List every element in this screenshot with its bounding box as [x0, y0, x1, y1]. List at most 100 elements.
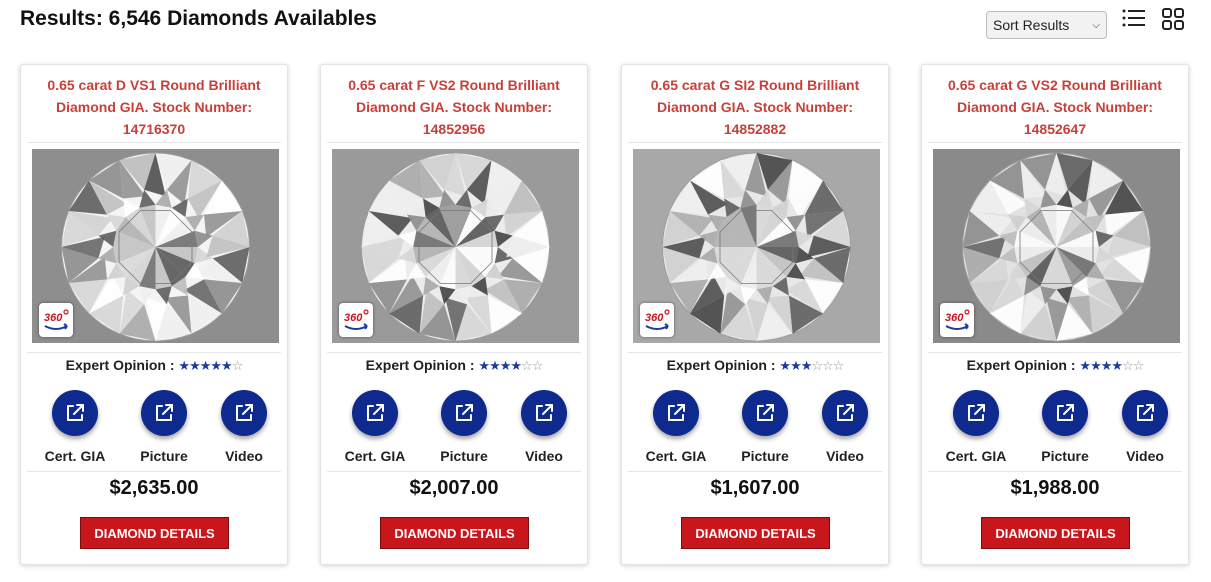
divider [928, 142, 1182, 143]
360-view-icon[interactable]: 360 [39, 303, 73, 337]
external-link-icon[interactable] [441, 390, 487, 436]
external-link-icon[interactable] [221, 390, 267, 436]
list-view-icon[interactable] [1121, 6, 1147, 32]
diamond-title-link[interactable]: 0.65 carat G SI2 Round Brilliant Diamond… [632, 74, 878, 140]
star-filled-icon: ★ [1111, 358, 1123, 373]
star-empty-icon: ☆ [832, 358, 845, 373]
360-view-icon[interactable]: 360 [640, 303, 674, 337]
divider [27, 352, 281, 353]
external-link-icon[interactable] [653, 390, 699, 436]
svg-text:360: 360 [344, 312, 363, 324]
star-filled-icon: ★ [1100, 358, 1113, 373]
diamond-details-button[interactable]: DIAMOND DETAILS [80, 517, 229, 549]
cert-gia-label: Cert. GIA [645, 448, 707, 464]
cert-gia-action[interactable]: Cert. GIA [636, 390, 716, 464]
cert-gia-action[interactable]: Cert. GIA [335, 390, 415, 464]
picture-action[interactable]: Picture [1025, 390, 1105, 464]
star-filled-icon: ★ [790, 358, 802, 373]
picture-label: Picture [741, 448, 789, 464]
rating-stars: ★★★★☆☆ [1079, 358, 1145, 373]
360-view-icon[interactable]: 360 [940, 303, 974, 337]
picture-label: Picture [140, 448, 188, 464]
cert-gia-label: Cert. GIA [344, 448, 406, 464]
video-label: Video [826, 448, 864, 464]
star-filled-icon: ★ [499, 358, 512, 373]
external-link-icon[interactable] [521, 390, 567, 436]
star-filled-icon: ★ [510, 358, 522, 373]
star-empty-icon: ☆ [521, 358, 533, 373]
external-link-icon[interactable] [742, 390, 788, 436]
diamond-details-button[interactable]: DIAMOND DETAILS [380, 517, 529, 549]
price: $1,607.00 [710, 477, 800, 499]
divider [327, 352, 581, 353]
cert-gia-label: Cert. GIA [44, 448, 106, 464]
star-filled-icon: ★ [779, 358, 791, 373]
star-filled-icon: ★ [478, 358, 490, 373]
divider [27, 471, 281, 472]
video-action[interactable]: Video [204, 390, 284, 464]
diamond-card: 0.65 carat G SI2 Round Brilliant Diamond… [621, 64, 889, 565]
cert-gia-action[interactable]: Cert. GIA [35, 390, 115, 464]
expert-opinion: Expert Opinion : ★★★☆☆☆ [622, 357, 888, 374]
video-action[interactable]: Video [1105, 390, 1185, 464]
diamond-details-button[interactable]: DIAMOND DETAILS [981, 517, 1130, 549]
star-filled-icon: ★ [189, 358, 201, 373]
divider [628, 471, 882, 472]
diamond-image[interactable]: 360 [933, 149, 1180, 343]
sort-results-select[interactable]: Sort Results ⌵ [986, 11, 1107, 39]
diamond-title-link[interactable]: 0.65 carat D VS1 Round Brilliant Diamond… [31, 74, 277, 140]
divider [27, 142, 281, 143]
diamond-card: 0.65 carat F VS2 Round Brilliant Diamond… [320, 64, 588, 565]
star-empty-icon: ☆ [822, 358, 834, 373]
diamond-details-button[interactable]: DIAMOND DETAILS [681, 517, 830, 549]
price: $2,007.00 [409, 477, 499, 499]
star-filled-icon: ★ [1079, 358, 1091, 373]
star-filled-icon: ★ [489, 358, 501, 373]
external-link-icon[interactable] [1122, 390, 1168, 436]
diamond-image[interactable]: 360 [32, 149, 279, 343]
cert-gia-action[interactable]: Cert. GIA [936, 390, 1016, 464]
external-link-icon[interactable] [352, 390, 398, 436]
picture-action[interactable]: Picture [424, 390, 504, 464]
star-filled-icon: ★ [800, 358, 813, 373]
video-label: Video [1126, 448, 1164, 464]
rating-stars: ★★★★☆☆ [478, 358, 544, 373]
grid-view-icon[interactable] [1160, 6, 1186, 32]
star-filled-icon: ★ [178, 358, 190, 373]
video-action[interactable]: Video [805, 390, 885, 464]
star-empty-icon: ☆ [531, 358, 544, 373]
external-link-icon[interactable] [141, 390, 187, 436]
video-label: Video [225, 448, 263, 464]
star-empty-icon: ☆ [1132, 358, 1145, 373]
divider [928, 471, 1182, 472]
external-link-icon[interactable] [52, 390, 98, 436]
diamond-title-link[interactable]: 0.65 carat G VS2 Round Brilliant Diamond… [932, 74, 1178, 140]
expert-opinion: Expert Opinion : ★★★★☆☆ [321, 357, 587, 374]
picture-action[interactable]: Picture [124, 390, 204, 464]
diamond-image[interactable]: 360 [332, 149, 579, 343]
divider [928, 352, 1182, 353]
diamond-title-link[interactable]: 0.65 carat F VS2 Round Brilliant Diamond… [331, 74, 577, 140]
expert-opinion: Expert Opinion : ★★★★☆☆ [922, 357, 1188, 374]
svg-text:360: 360 [44, 312, 63, 324]
picture-label: Picture [1041, 448, 1089, 464]
external-link-icon[interactable] [822, 390, 868, 436]
360-view-icon[interactable]: 360 [339, 303, 373, 337]
divider [327, 471, 581, 472]
results-title: Results: 6,546 Diamonds Availables [20, 7, 377, 30]
picture-action[interactable]: Picture [725, 390, 805, 464]
expert-opinion-label: Expert Opinion : [365, 357, 475, 373]
diamond-image[interactable]: 360 [633, 149, 880, 343]
video-label: Video [525, 448, 563, 464]
price: $2,635.00 [109, 477, 199, 499]
external-link-icon[interactable] [953, 390, 999, 436]
cert-gia-label: Cert. GIA [945, 448, 1007, 464]
price: $1,988.00 [1010, 477, 1100, 499]
expert-opinion-label: Expert Opinion : [65, 357, 175, 373]
video-action[interactable]: Video [504, 390, 584, 464]
external-link-icon[interactable] [1042, 390, 1088, 436]
expert-opinion-label: Expert Opinion : [666, 357, 776, 373]
svg-text:360: 360 [645, 312, 664, 324]
star-filled-icon: ★ [199, 358, 212, 373]
sort-results-label: Sort Results [993, 17, 1070, 33]
